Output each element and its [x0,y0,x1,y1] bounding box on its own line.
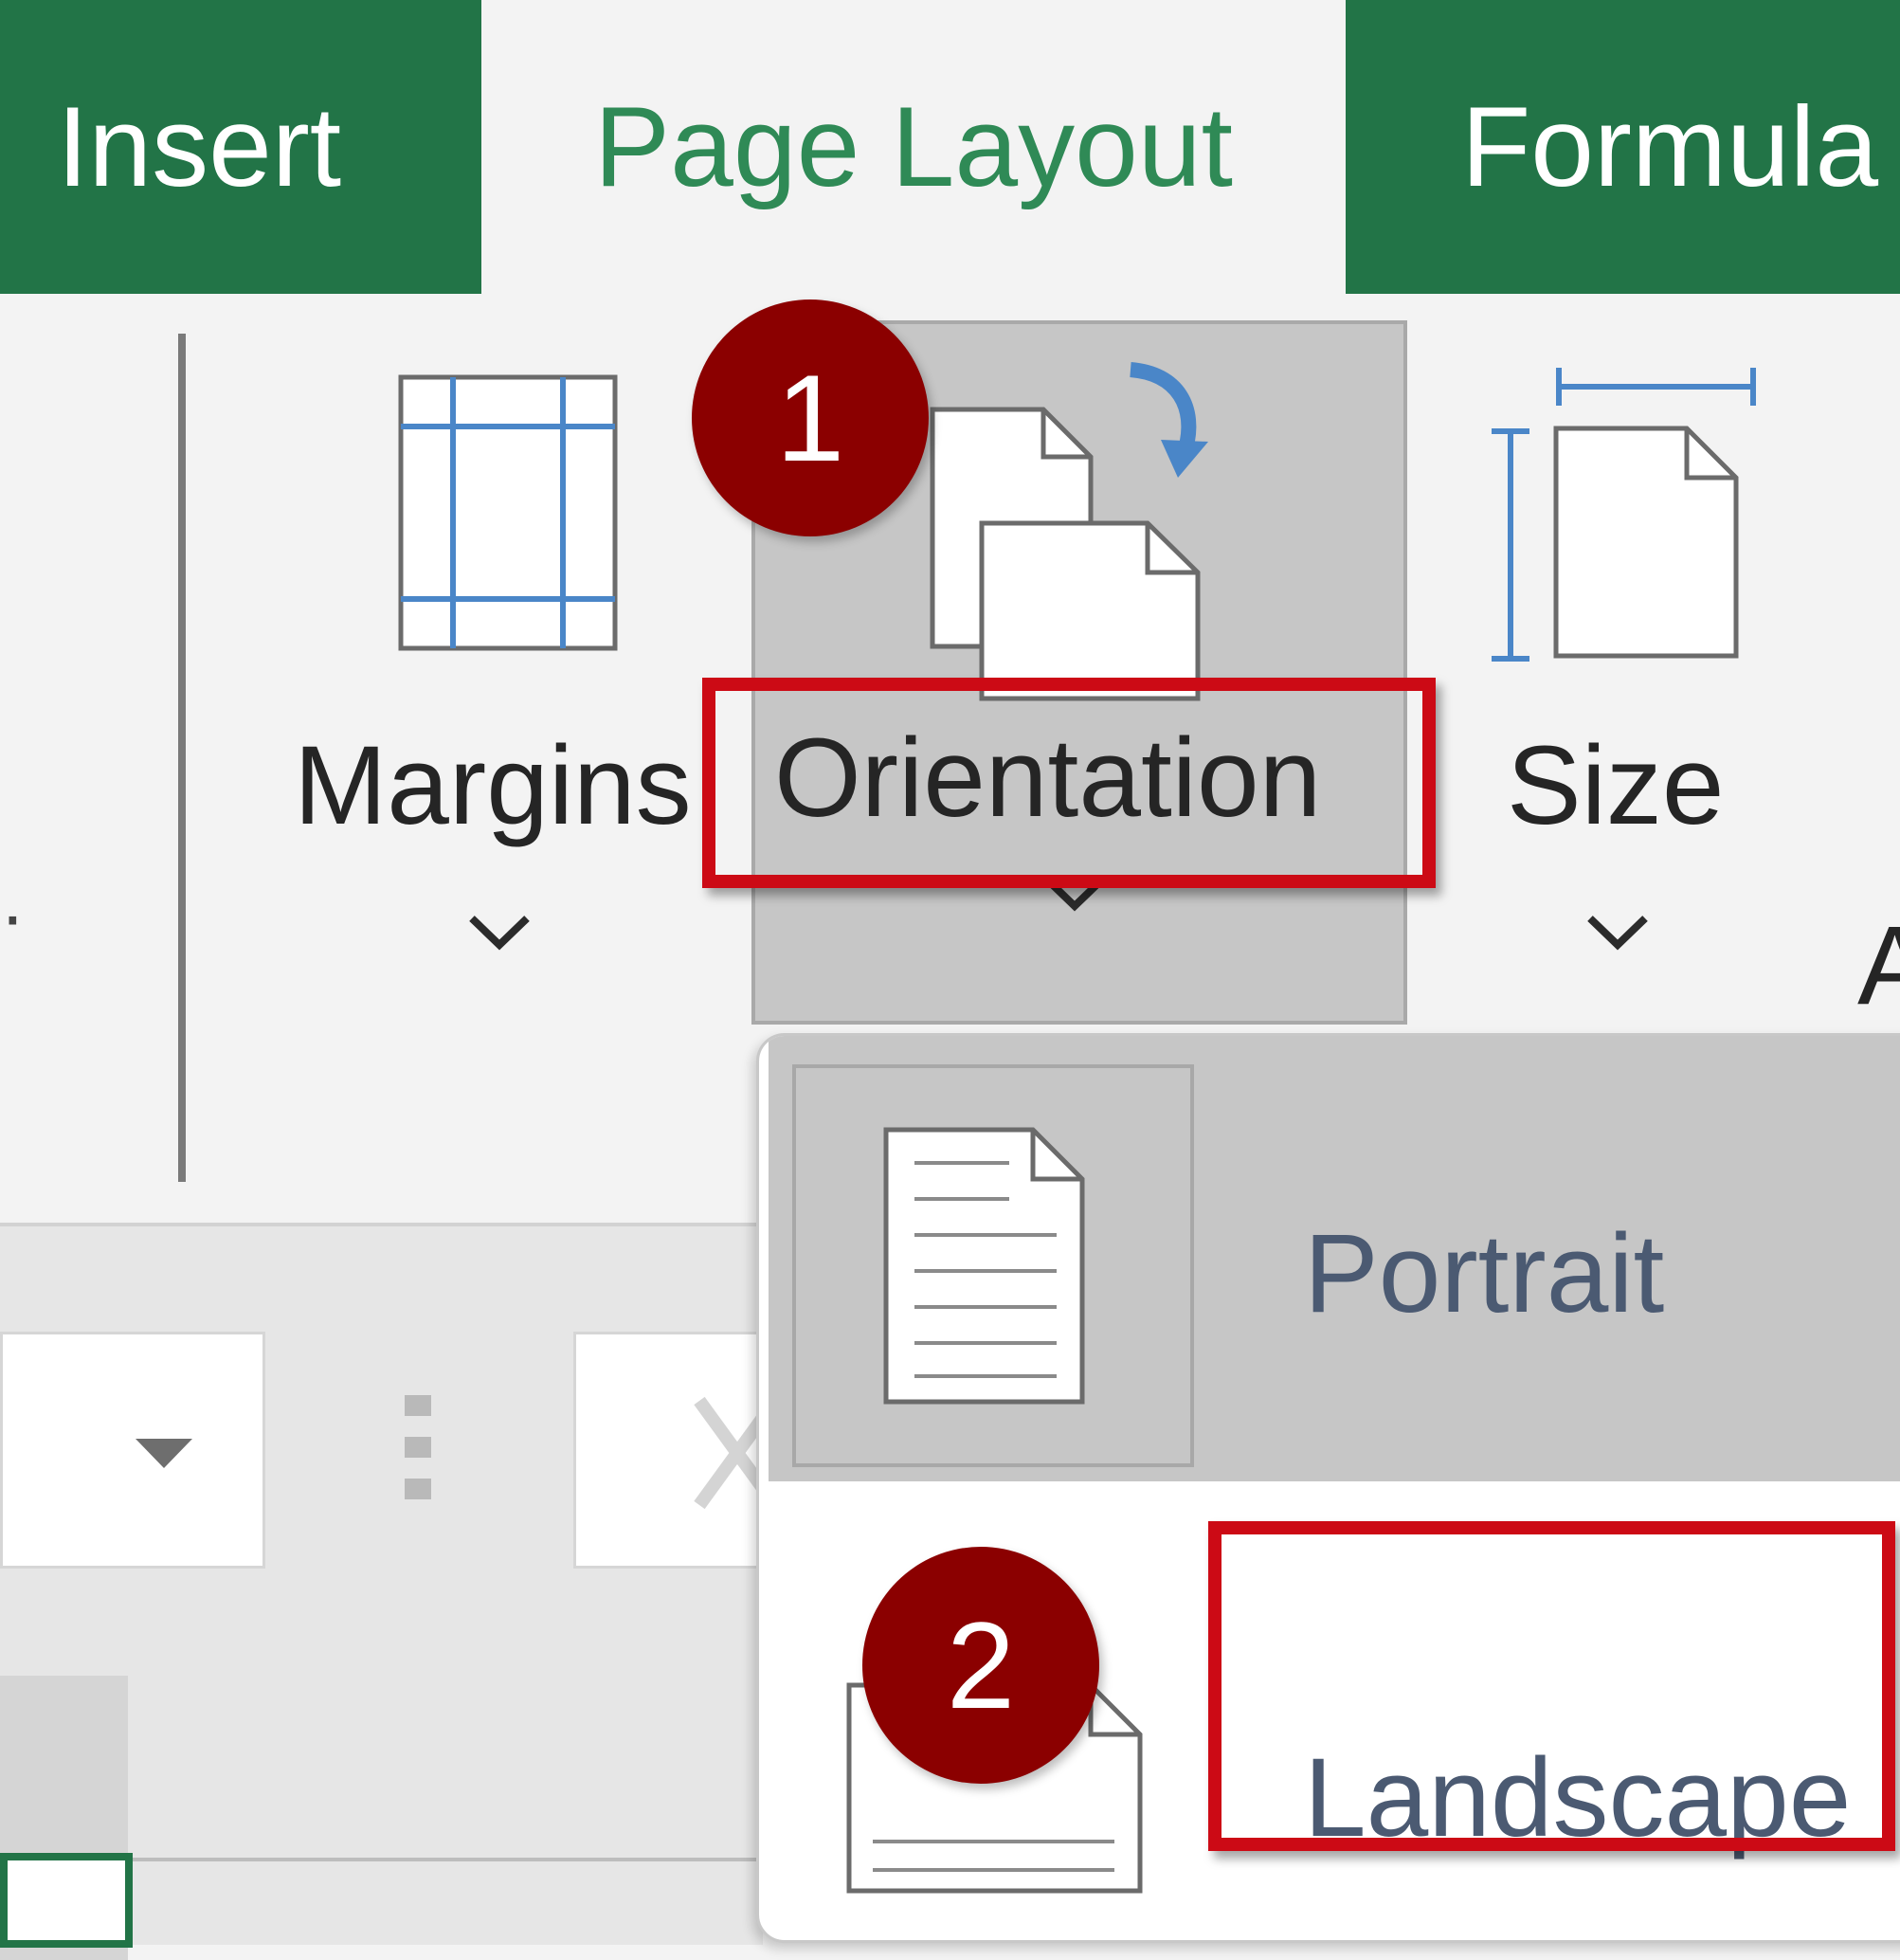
size-label: Size [1507,723,1725,848]
margins-label: Margins [294,723,692,848]
tab-insert[interactable]: Insert [0,0,481,294]
portrait-page-icon [883,1127,1085,1405]
cancel-entry-box [573,1332,775,1569]
margins-chevron-down-icon [469,916,530,951]
tab-formulas-label: Formula [1461,83,1879,210]
orientation-icon [930,362,1208,701]
orientation-highlight-box [702,678,1436,888]
drag-handle-icon[interactable] [403,1393,433,1503]
name-box-dropdown-icon[interactable] [131,1434,197,1472]
step-badge-2: 2 [862,1547,1099,1784]
ribbon-tab-bar: Insert Page Layout Formula [0,0,1900,294]
partial-next-button-label: A [1857,903,1900,1028]
margins-icon [398,374,618,651]
tab-formulas[interactable]: Formula [1346,0,1900,294]
tab-page-layout-label: Page Layout [594,83,1233,210]
step-badge-1: 1 [692,299,929,536]
column-header-row [128,1858,763,1945]
tab-insert-label: Insert [57,83,342,210]
group-separator [178,334,186,1182]
menu-item-portrait[interactable]: Portrait [769,1036,1900,1481]
size-icon [1492,368,1756,662]
size-button[interactable]: Size [1478,360,1800,986]
selected-cell[interactable] [0,1853,133,1948]
truncated-left-glyph: · [0,873,26,957]
landscape-highlight-box [1208,1521,1895,1851]
size-chevron-down-icon [1587,916,1648,951]
portrait-label: Portrait [1304,1211,1665,1336]
tab-page-layout[interactable]: Page Layout [481,0,1346,294]
margins-button[interactable]: Margins [284,360,720,986]
portrait-icon-frame [792,1064,1194,1467]
name-box[interactable] [0,1332,265,1569]
